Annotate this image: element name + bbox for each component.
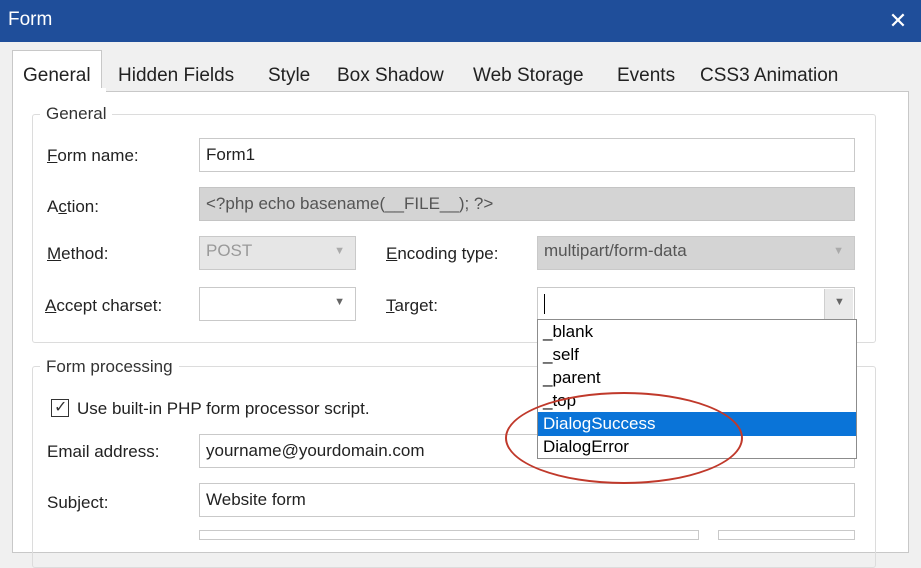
encoding-type-value: multipart/form-data [544, 241, 687, 260]
method-select: POST ▼ [199, 236, 356, 270]
builtin-processor-checkbox[interactable]: ✓ [51, 399, 69, 417]
tab-hidden-fields[interactable]: Hidden Fields [118, 52, 234, 92]
option-blank[interactable]: _blank [538, 320, 856, 344]
accept-charset-select[interactable]: ▼ [199, 287, 356, 321]
subject-input[interactable]: Website form [199, 483, 855, 517]
tab-general[interactable]: General [12, 50, 102, 93]
annotation-ellipse [505, 392, 743, 484]
method-value: POST [206, 241, 253, 260]
tab-strip: General Hidden Fields Style Box Shadow W… [0, 50, 921, 93]
encoding-type-select: multipart/form-data ▼ [537, 236, 855, 270]
form-name-label: Form name: [47, 146, 139, 165]
chevron-down-icon: ▼ [334, 296, 345, 308]
accept-charset-label: Accept charset: [45, 296, 163, 315]
close-icon[interactable]: ✕ [875, 0, 921, 42]
tab-web-storage[interactable]: Web Storage [473, 52, 584, 92]
checkmark-icon: ✓ [54, 399, 68, 416]
method-label: Method: [47, 244, 109, 263]
text-caret [544, 294, 545, 314]
window-title: Form [8, 9, 53, 30]
action-label: Action: [47, 197, 99, 216]
chevron-down-icon: ▼ [334, 245, 345, 257]
target-combobox[interactable]: ▼ [537, 287, 855, 321]
target-label: Target: [386, 296, 438, 315]
tab-style[interactable]: Style [268, 52, 310, 92]
option-self[interactable]: _self [538, 343, 856, 367]
form-processing-group-title: Form processing [40, 357, 179, 377]
email-address-label: Email address: [47, 442, 160, 461]
general-group-title: General [40, 104, 113, 124]
tab-box-shadow[interactable]: Box Shadow [337, 52, 444, 92]
next-field-button[interactable] [718, 530, 855, 540]
tab-events[interactable]: Events [617, 52, 675, 92]
title-bar: Form ✕ [0, 0, 921, 42]
chevron-down-icon: ▼ [833, 245, 844, 257]
action-input: <?php echo basename(__FILE__); ?> [199, 187, 855, 221]
tab-css3-animation[interactable]: CSS3 Animation [700, 52, 838, 92]
next-field-input[interactable] [199, 530, 699, 540]
form-name-input[interactable]: Form1 [199, 138, 855, 172]
dropdown-button[interactable]: ▼ [824, 289, 853, 319]
subject-label: Subject: [47, 493, 109, 512]
builtin-processor-label: Use built-in PHP form processor script. [77, 399, 370, 418]
active-tab-joiner [13, 88, 106, 94]
option-parent[interactable]: _parent [538, 366, 856, 390]
encoding-type-label: Encoding type: [386, 244, 499, 263]
chevron-down-icon: ▼ [834, 296, 845, 308]
